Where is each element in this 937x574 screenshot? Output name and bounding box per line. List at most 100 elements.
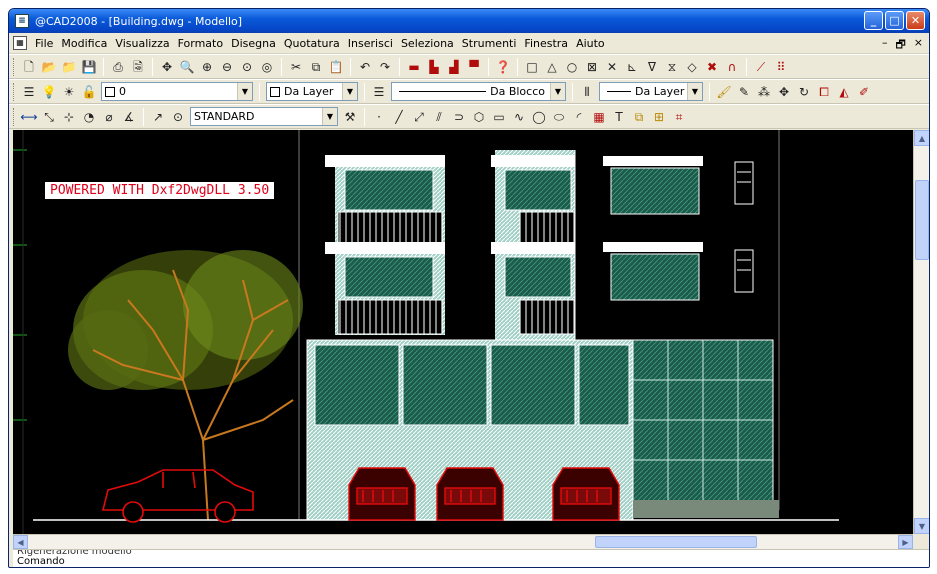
layer-freeze-icon[interactable]: ▙ bbox=[425, 57, 443, 76]
toolbar-grip[interactable] bbox=[13, 57, 16, 76]
command-area[interactable]: Rigenerazione modello Comando bbox=[13, 549, 929, 567]
center-mark-icon[interactable]: ⊙ bbox=[169, 107, 187, 126]
ellipse-icon[interactable]: ⬭ bbox=[550, 107, 568, 126]
menu-file[interactable]: File bbox=[31, 37, 57, 50]
snap-center-icon[interactable]: ○ bbox=[563, 57, 581, 76]
scroll-down-icon[interactable]: ▼ bbox=[914, 518, 929, 534]
line-icon[interactable]: ╱ bbox=[390, 107, 408, 126]
menu-visualizza[interactable]: Visualizza bbox=[111, 37, 173, 50]
lineweight-select[interactable]: Da Layer ▼ bbox=[599, 82, 703, 101]
chevron-down-icon[interactable]: ▼ bbox=[237, 83, 252, 100]
doc-minimize-button[interactable]: – bbox=[882, 36, 888, 55]
move-icon[interactable]: ✥ bbox=[775, 82, 793, 101]
toolbar-grip[interactable] bbox=[13, 107, 16, 126]
chevron-down-icon[interactable]: ▼ bbox=[687, 83, 702, 100]
radius-dimension-icon[interactable]: ◔ bbox=[80, 107, 98, 126]
menu-formato[interactable]: Formato bbox=[174, 37, 228, 50]
print-preview-icon[interactable]: 🗟 bbox=[129, 57, 147, 76]
zoom-extents-icon[interactable]: ⊙ bbox=[238, 57, 256, 76]
document-icon[interactable]: ▦ bbox=[13, 36, 27, 50]
linetype-manager-icon[interactable]: ☰ bbox=[370, 82, 388, 101]
snap-none-icon[interactable]: ✖ bbox=[703, 57, 721, 76]
menu-aiuto[interactable]: Aiuto bbox=[572, 37, 609, 50]
linetype-select[interactable]: Da Blocco ▼ bbox=[391, 82, 566, 101]
menu-strumenti[interactable]: Strumenti bbox=[458, 37, 521, 50]
layer-manager-icon[interactable]: ☰ bbox=[20, 82, 38, 101]
zoom-window-icon[interactable]: ⊕ bbox=[198, 57, 216, 76]
polar-tracking-icon[interactable]: ⟋ bbox=[752, 57, 770, 76]
grip-points-icon[interactable]: ⁂ bbox=[755, 82, 773, 101]
layer-bulb-icon[interactable]: 💡 bbox=[40, 82, 58, 101]
layer-unlock-icon[interactable]: 🔓 bbox=[80, 82, 98, 101]
menu-seleziona[interactable]: Seleziona bbox=[397, 37, 458, 50]
title-bar[interactable]: ≡ @CAD2008 - [Building.dwg - Modello] _ … bbox=[9, 9, 929, 33]
menu-inserisci[interactable]: Inserisci bbox=[344, 37, 397, 50]
chevron-down-icon[interactable]: ▼ bbox=[550, 83, 565, 100]
text-style-select[interactable]: STANDARD ▼ bbox=[190, 107, 338, 126]
open-recent-icon[interactable]: 📁 bbox=[60, 57, 78, 76]
zoom-all-icon[interactable]: ◎ bbox=[258, 57, 276, 76]
scroll-up-icon[interactable]: ▲ bbox=[914, 130, 929, 146]
snap-perpendicular-icon[interactable]: ⊾ bbox=[623, 57, 641, 76]
snap-midpoint-icon[interactable]: △ bbox=[543, 57, 561, 76]
make-block-icon[interactable]: ⊞ bbox=[650, 107, 668, 126]
layer-lock-icon[interactable]: ▟ bbox=[445, 57, 463, 76]
print-icon[interactable]: ⎙ bbox=[109, 57, 127, 76]
vertical-scroll-thumb[interactable] bbox=[915, 180, 929, 260]
spline-icon[interactable]: ∿ bbox=[510, 107, 528, 126]
horizontal-scrollbar[interactable]: ◀ ▶ bbox=[13, 534, 913, 549]
menu-quotatura[interactable]: Quotatura bbox=[280, 37, 344, 50]
pan-icon[interactable]: ✥ bbox=[158, 57, 176, 76]
mirror-icon[interactable]: ◭ bbox=[835, 82, 853, 101]
drawing-canvas[interactable]: POWERED WITH Dxf2DwgDLL 3.50 bbox=[13, 130, 913, 534]
table-icon[interactable]: ⌗ bbox=[670, 107, 688, 126]
layer-sun-icon[interactable]: ☀ bbox=[60, 82, 78, 101]
save-icon[interactable]: 💾 bbox=[80, 57, 98, 76]
dimension-style-icon[interactable]: ⚒ bbox=[341, 107, 359, 126]
multiline-icon[interactable]: ⊃ bbox=[450, 107, 468, 126]
rectangle-icon[interactable]: ▭ bbox=[490, 107, 508, 126]
text-icon[interactable]: T bbox=[610, 107, 628, 126]
zoom-realtime-icon[interactable]: 🔍 bbox=[178, 57, 196, 76]
doc-close-button[interactable]: × bbox=[914, 36, 923, 55]
ordinate-dimension-icon[interactable]: ⊹ bbox=[60, 107, 78, 126]
menu-disegna[interactable]: Disegna bbox=[227, 37, 280, 50]
chevron-down-icon[interactable]: ▼ bbox=[342, 83, 357, 100]
polyline-icon[interactable]: ⫽ bbox=[430, 107, 448, 126]
snap-nearest-icon[interactable]: ◇ bbox=[683, 57, 701, 76]
layer-off-icon[interactable]: ▬ bbox=[405, 57, 423, 76]
hatch-icon[interactable]: ▦ bbox=[590, 107, 608, 126]
scale-icon[interactable]: ⧠ bbox=[815, 82, 833, 101]
leader-icon[interactable]: ↗ bbox=[149, 107, 167, 126]
scroll-left-icon[interactable]: ◀ bbox=[13, 535, 28, 549]
rotate-icon[interactable]: ↻ bbox=[795, 82, 813, 101]
horizontal-scroll-thumb[interactable] bbox=[595, 536, 757, 548]
snap-magnet-icon[interactable]: ∩ bbox=[723, 57, 741, 76]
menu-finestra[interactable]: Finestra bbox=[520, 37, 572, 50]
edit-pencil-icon[interactable]: ✎ bbox=[735, 82, 753, 101]
aligned-dimension-icon[interactable]: ⤡ bbox=[40, 107, 58, 126]
snap-node-icon[interactable]: ⊠ bbox=[583, 57, 601, 76]
eraser-icon[interactable]: ✐ bbox=[855, 82, 873, 101]
close-button[interactable]: ✕ bbox=[906, 11, 925, 30]
maximize-button[interactable]: □ bbox=[885, 11, 904, 30]
layer-select[interactable]: 0 ▼ bbox=[101, 82, 253, 101]
point-icon[interactable]: · bbox=[370, 107, 388, 126]
help-icon[interactable]: ❓ bbox=[494, 57, 512, 76]
menu-modifica[interactable]: Modifica bbox=[57, 37, 111, 50]
snap-quadrant-icon[interactable]: ⧖ bbox=[663, 57, 681, 76]
copy-icon[interactable]: ⧉ bbox=[307, 57, 325, 76]
grid-icon[interactable]: ⠿ bbox=[772, 57, 790, 76]
open-folder-icon[interactable]: 📂 bbox=[40, 57, 58, 76]
snap-tangent-icon[interactable]: ᐁ bbox=[643, 57, 661, 76]
snap-endpoint-icon[interactable]: □ bbox=[523, 57, 541, 76]
command-prompt[interactable]: Comando bbox=[13, 557, 929, 567]
color-select[interactable]: Da Layer ▼ bbox=[266, 82, 358, 101]
ray-icon[interactable]: ⤢ bbox=[410, 107, 428, 126]
polygon-icon[interactable]: ⬡ bbox=[470, 107, 488, 126]
linear-dimension-icon[interactable]: ⟷ bbox=[20, 107, 38, 126]
paste-icon[interactable]: 📋 bbox=[327, 57, 345, 76]
layer-isolate-icon[interactable]: ▀ bbox=[465, 57, 483, 76]
cut-icon[interactable]: ✂ bbox=[287, 57, 305, 76]
undo-icon[interactable]: ↶ bbox=[356, 57, 374, 76]
